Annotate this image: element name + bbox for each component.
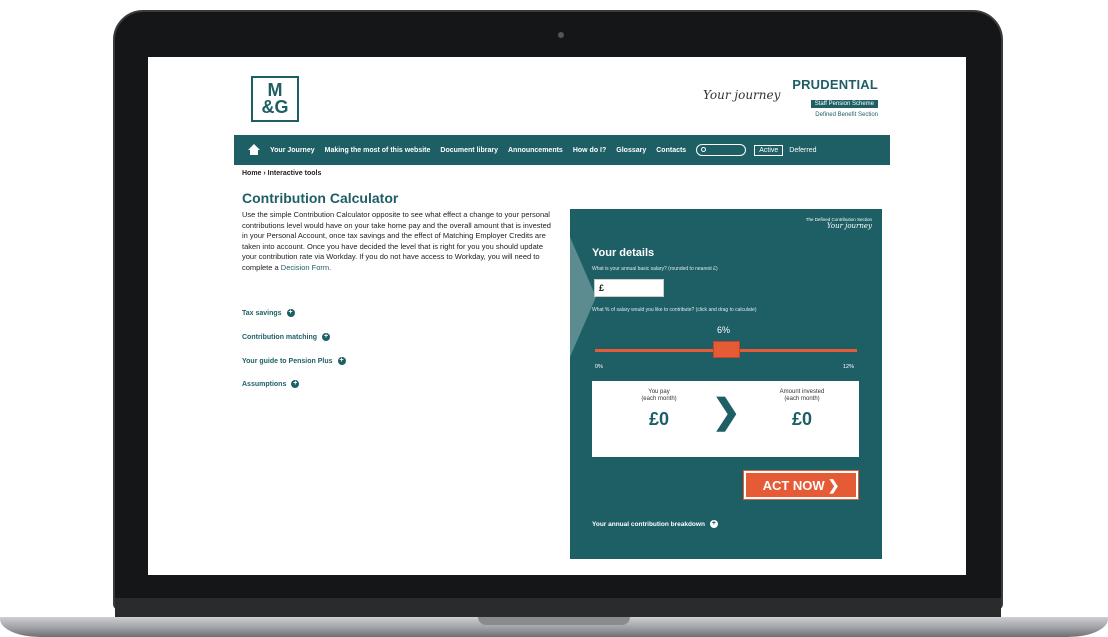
slider-max-label: 12% — [843, 364, 855, 370]
browser-screen: M &G Your journey PRUDENTIAL Staff Pensi… — [148, 57, 966, 575]
decision-form-link[interactable]: Decision Form. — [281, 263, 331, 272]
plus-icon: + — [709, 520, 718, 528]
pension-plus-guide-toggle[interactable]: Your guide to Pension Plus + — [242, 357, 346, 365]
tax-savings-toggle[interactable]: Tax savings + — [242, 309, 295, 317]
slider-min-label: 0% — [595, 364, 603, 370]
tax-savings-label: Tax savings — [242, 309, 282, 317]
contribution-matching-label: Contribution matching — [242, 333, 318, 341]
main-nav: Your Journey Making the most of this web… — [234, 135, 890, 165]
plus-icon: + — [337, 357, 346, 365]
percent-question: What % of salary would you like to contr… — [592, 307, 757, 313]
nav-making-most[interactable]: Making the most of this website — [325, 147, 431, 154]
salary-question: What is your annual basic salary? (round… — [592, 266, 718, 272]
chevron-right-icon: ❯ — [712, 393, 741, 431]
mg-logo[interactable]: M &G — [251, 76, 299, 122]
laptop-notch — [478, 617, 630, 625]
act-now-button[interactable]: ACT NOW ❯ — [743, 470, 859, 500]
you-pay-label: You pay (each month) — [641, 389, 677, 402]
contribution-slider-thumb[interactable] — [713, 341, 740, 358]
prudential-brand: PRUDENTIAL Staff Pension Scheme Defined … — [786, 77, 878, 118]
plus-icon: + — [322, 333, 331, 341]
nav-announcements[interactable]: Announcements — [508, 147, 563, 154]
nav-glossary[interactable]: Glossary — [616, 147, 646, 154]
home-icon[interactable] — [248, 144, 260, 156]
amount-invested-label: Amount invested (each month) — [779, 389, 825, 402]
amount-invested-column: Amount invested (each month) £0 — [757, 389, 847, 430]
logo-line2: &G — [261, 97, 289, 117]
salary-input[interactable]: £ — [594, 279, 664, 297]
result-box: You pay (each month) £0 ❯ Amount investe… — [592, 381, 859, 457]
camera-icon — [558, 32, 564, 38]
act-now-label: ACT NOW — [762, 477, 825, 493]
prudential-title: PRUDENTIAL — [792, 77, 878, 92]
you-pay-value: £0 — [648, 409, 670, 429]
pension-plus-guide-label: Your guide to Pension Plus — [242, 357, 333, 365]
amount-invested-value: £0 — [791, 409, 813, 429]
your-details-title: Your details — [592, 247, 655, 259]
your-journey-script: Your journey — [703, 88, 781, 102]
contribution-breakdown-toggle[interactable]: Your annual contribution breakdown + — [592, 520, 718, 528]
panel-journey-script: Your journey — [826, 222, 872, 230]
scheme-badge: Staff Pension Scheme — [810, 100, 878, 108]
nav-how-do-i[interactable]: How do I? — [573, 147, 606, 154]
breadcrumb[interactable]: Home › Interactive tools — [242, 170, 321, 177]
assumptions-label: Assumptions — [242, 380, 287, 388]
nav-contacts[interactable]: Contacts — [656, 147, 686, 154]
assumptions-toggle[interactable]: Assumptions + — [242, 380, 300, 388]
search-input[interactable] — [696, 144, 747, 156]
plus-icon: + — [291, 380, 300, 388]
you-pay-column: You pay (each month) £0 — [614, 389, 704, 430]
section-label: Defined Benefit Section — [815, 112, 878, 118]
panel-branding: The Defined Contribution Section Your jo… — [806, 217, 872, 230]
calculator-panel: The Defined Contribution Section Your jo… — [570, 209, 882, 559]
breakdown-label: Your annual contribution breakdown — [592, 520, 705, 528]
laptop-chin — [115, 598, 1001, 618]
contribution-matching-toggle[interactable]: Contribution matching + — [242, 333, 331, 341]
active-toggle[interactable]: Active — [754, 144, 784, 156]
slider-value: 6% — [717, 325, 731, 335]
plus-icon: + — [286, 309, 295, 317]
nav-your-journey[interactable]: Your Journey — [270, 147, 315, 154]
page-title: Contribution Calculator — [242, 190, 399, 206]
chevron-right-icon: ❯ — [827, 476, 840, 493]
nav-document-library[interactable]: Document library — [440, 147, 498, 154]
deferred-toggle[interactable]: Deferred — [789, 147, 816, 154]
search-icon — [701, 147, 707, 152]
intro-text: Use the simple Contribution Calculator o… — [242, 210, 552, 273]
